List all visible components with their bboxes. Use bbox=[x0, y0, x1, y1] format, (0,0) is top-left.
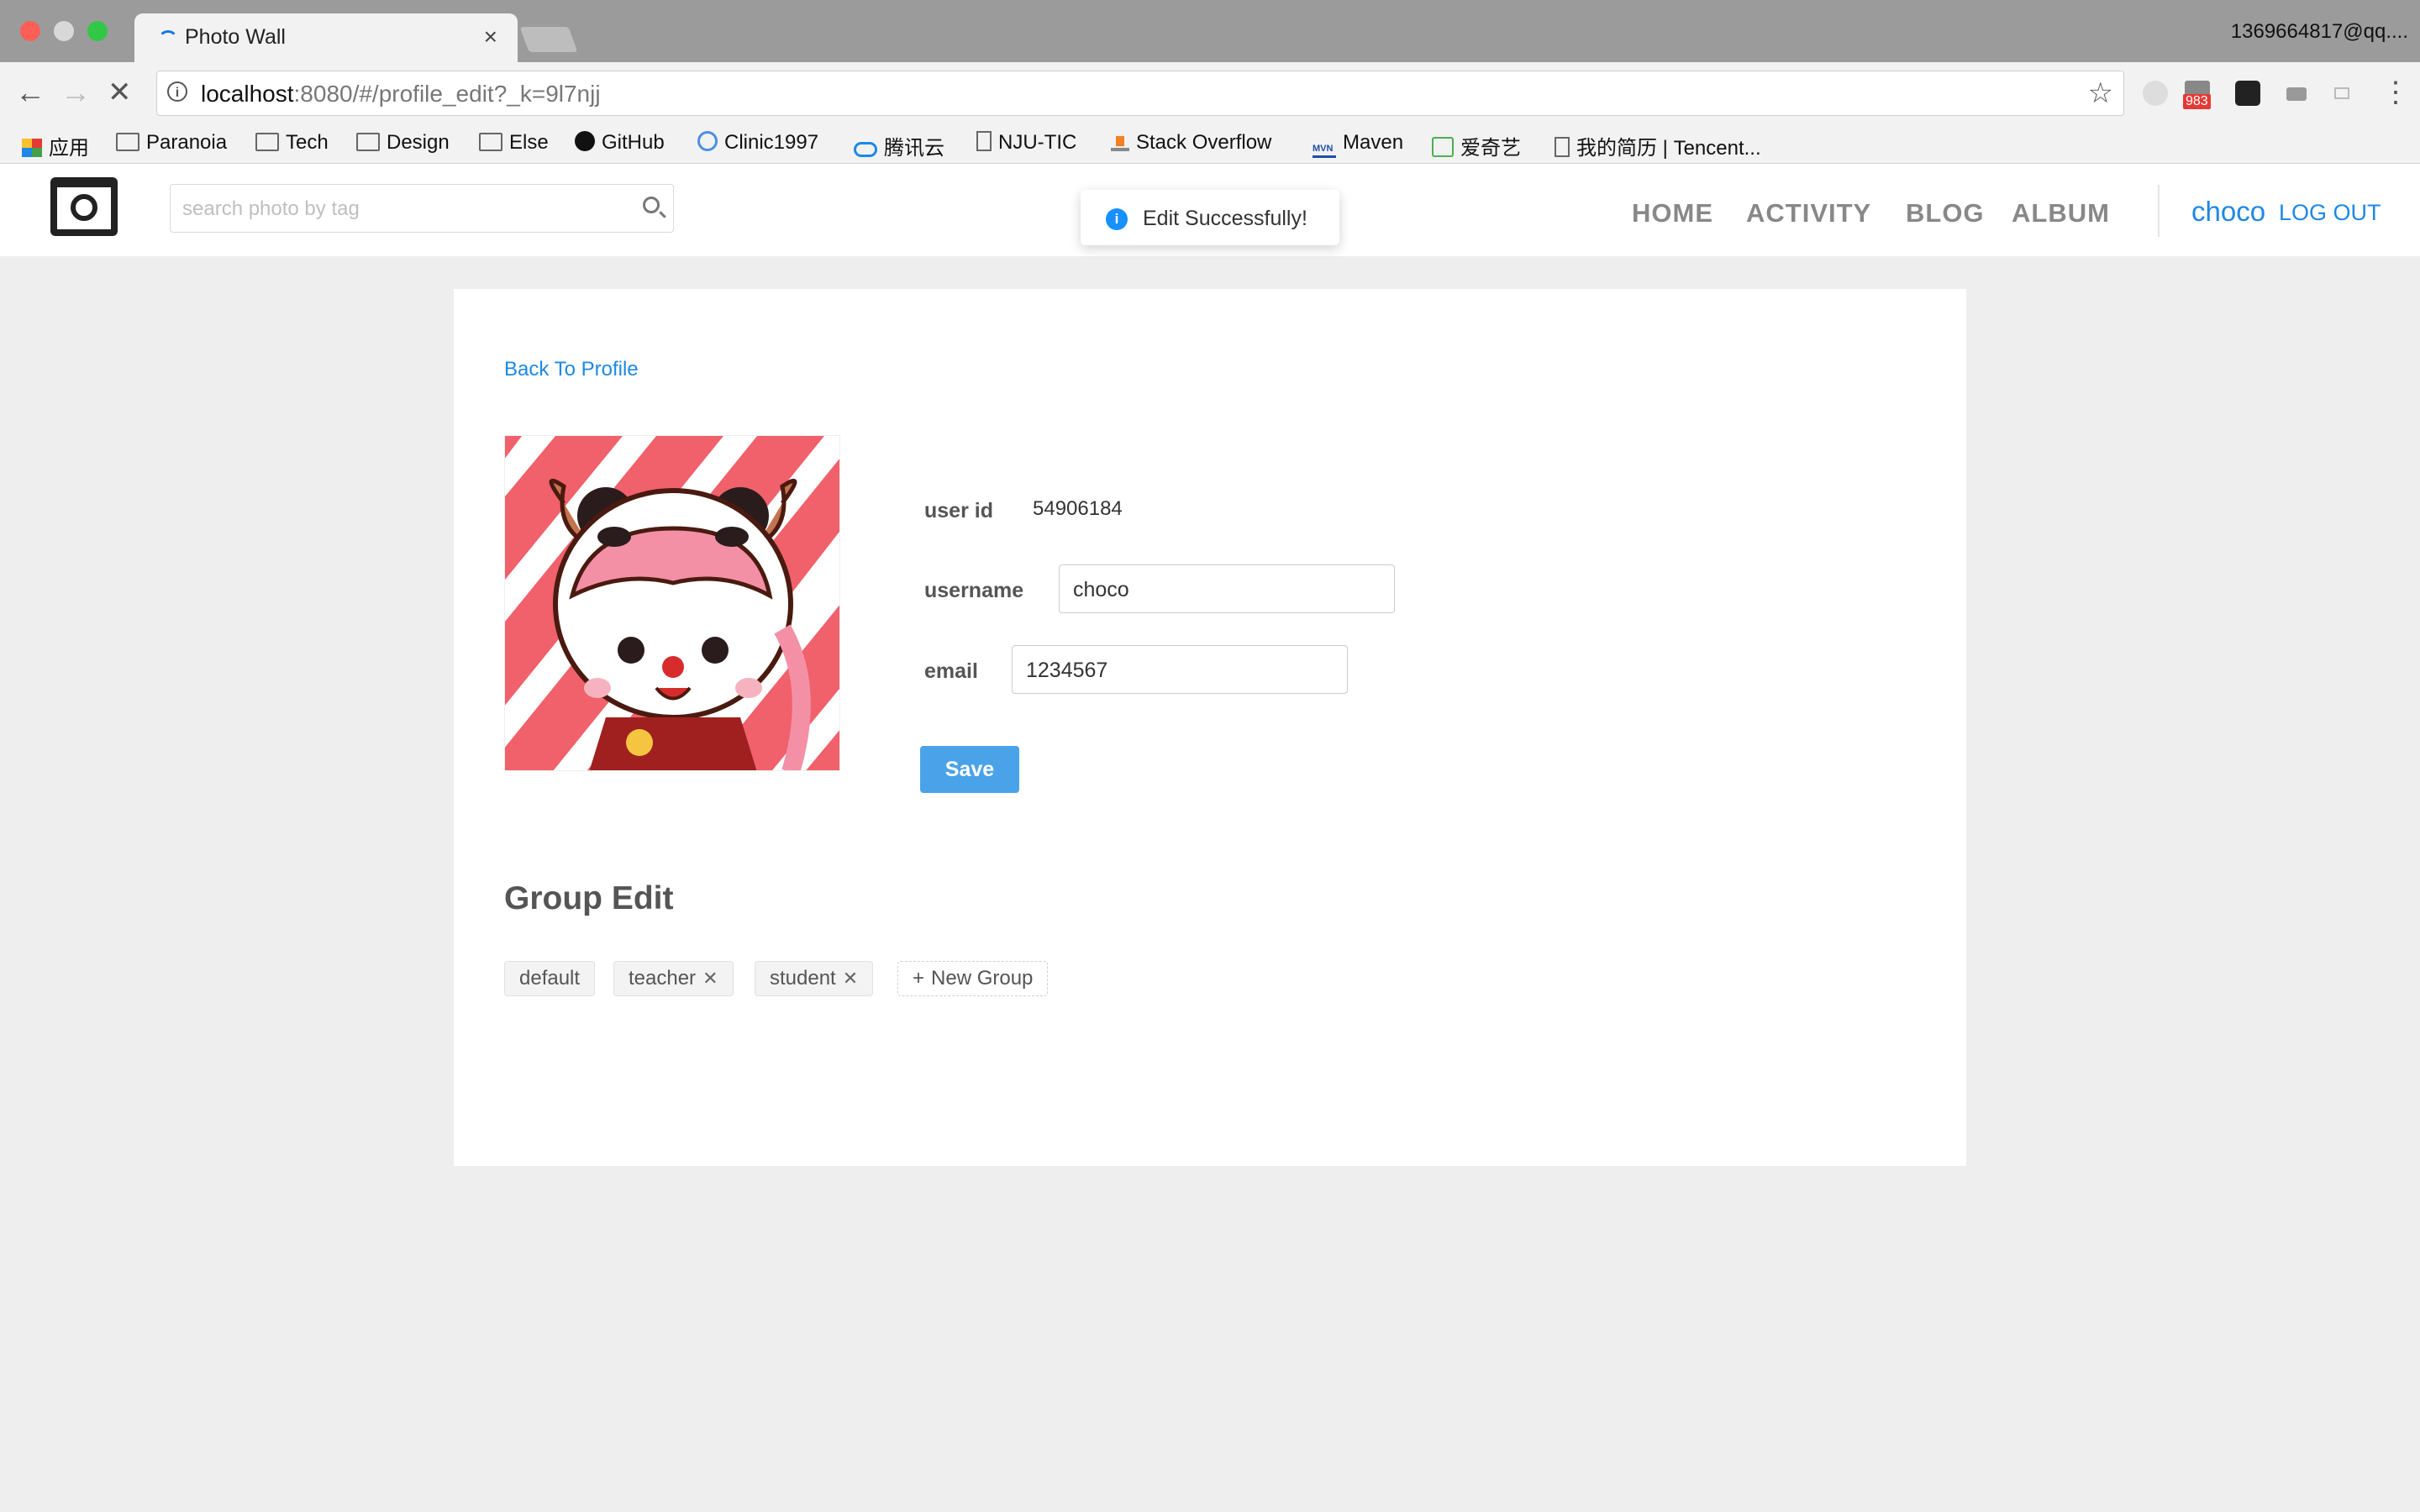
site-info-icon[interactable]: i bbox=[167, 81, 187, 102]
save-button[interactable]: Save bbox=[920, 746, 1019, 793]
info-icon: i bbox=[1106, 208, 1128, 230]
tab-title: Photo Wall bbox=[185, 25, 286, 49]
address-bar[interactable]: i localhost:8080/#/profile_edit?_k=9l7nj… bbox=[156, 71, 2124, 116]
avatar-illustration bbox=[505, 436, 839, 770]
bookmark-tencent-cloud[interactable]: 腾讯云 bbox=[854, 131, 944, 160]
maximize-window-button[interactable] bbox=[87, 21, 108, 41]
toast-message: Edit Successfully! bbox=[1143, 207, 1307, 230]
close-window-button[interactable] bbox=[20, 21, 40, 41]
group-tag-student[interactable]: student ✕ bbox=[755, 961, 874, 996]
browser-profile-email[interactable]: 1369664817@qq.... bbox=[2231, 20, 2408, 44]
bookmark-clinic1997[interactable]: Clinic1997 bbox=[697, 131, 818, 155]
bookmark-paranoia[interactable]: Paranoia bbox=[116, 131, 227, 155]
email-field-box bbox=[1012, 645, 1348, 694]
loading-spinner-icon bbox=[158, 30, 178, 50]
bookmark-design[interactable]: Design bbox=[356, 131, 450, 155]
extension-icon[interactable] bbox=[2143, 81, 2168, 106]
search-input[interactable] bbox=[181, 193, 621, 225]
close-icon[interactable]: ✕ bbox=[702, 968, 718, 989]
new-group-button[interactable]: + New Group bbox=[897, 961, 1049, 996]
new-tab-button[interactable] bbox=[519, 27, 578, 52]
mail-badge: 983 bbox=[2183, 94, 2211, 109]
logout-link[interactable]: LOG OUT bbox=[2279, 200, 2381, 226]
mail-extension-icon[interactable]: 983 bbox=[2183, 81, 2211, 109]
username-field-box bbox=[1059, 564, 1395, 613]
nav-activity[interactable]: ACTIVITY bbox=[1746, 198, 1871, 228]
user-id-label: user id bbox=[924, 499, 993, 522]
bookmark-nju-tic[interactable]: NJU-TIC bbox=[976, 131, 1076, 155]
folder-icon bbox=[255, 133, 279, 151]
username-field[interactable] bbox=[1071, 575, 1376, 604]
forward-arrow-icon[interactable]: → bbox=[60, 77, 91, 108]
iqiyi-icon bbox=[1432, 137, 1454, 157]
github-icon bbox=[575, 131, 595, 151]
minimize-window-button[interactable] bbox=[54, 21, 74, 41]
email-field[interactable] bbox=[1024, 656, 1329, 685]
tab-close-icon[interactable]: × bbox=[484, 24, 497, 50]
search-icon[interactable] bbox=[643, 197, 660, 213]
bookmarks-bar: 应用 Paranoia Tech Design Else GitHub Clin… bbox=[0, 124, 2420, 164]
menu-kebab-icon[interactable]: ⋮ bbox=[2381, 77, 2410, 108]
nav-blog[interactable]: BLOG bbox=[1906, 198, 1985, 228]
current-username[interactable]: choco bbox=[2191, 196, 2265, 228]
header-divider bbox=[2158, 185, 2160, 237]
nav-home[interactable]: HOME bbox=[1632, 198, 1713, 228]
group-tag-teacher[interactable]: teacher ✕ bbox=[613, 961, 734, 996]
url-text: localhost:8080/#/profile_edit?_k=9l7njj bbox=[201, 81, 601, 107]
profile-edit-card: Back To Profile user id 54906184 usernam… bbox=[454, 289, 1966, 1166]
bookmark-stack-overflow[interactable]: Stack Overflow bbox=[1111, 131, 1271, 155]
bookmark-github[interactable]: GitHub bbox=[575, 131, 665, 155]
folder-icon bbox=[116, 133, 139, 151]
search-box bbox=[170, 184, 674, 233]
back-to-profile-link[interactable]: Back To Profile bbox=[504, 358, 639, 381]
browser-toolbar: ← → ✕ i localhost:8080/#/profile_edit?_k… bbox=[0, 62, 2420, 124]
camera-logo-icon[interactable] bbox=[50, 177, 118, 236]
page-icon bbox=[1555, 137, 1570, 157]
close-icon[interactable]: ✕ bbox=[843, 968, 858, 989]
bookmark-maven[interactable]: MVN Maven bbox=[1313, 131, 1403, 158]
page-icon bbox=[976, 131, 992, 151]
username-label: username bbox=[924, 579, 1024, 602]
bookmark-star-icon[interactable]: ☆ bbox=[2088, 76, 2113, 110]
bookmark-apps[interactable]: 应用 bbox=[22, 131, 89, 160]
nav-album[interactable]: ALBUM bbox=[2012, 198, 2110, 228]
bookmark-else[interactable]: Else bbox=[479, 131, 549, 155]
user-id-value: 54906184 bbox=[1033, 497, 1123, 520]
group-edit-title: Group Edit bbox=[504, 880, 674, 916]
success-toast: i Edit Successfully! bbox=[1081, 190, 1339, 245]
back-arrow-icon[interactable]: ← bbox=[15, 77, 45, 108]
stop-loading-icon[interactable]: ✕ bbox=[108, 77, 132, 108]
email-label: email bbox=[924, 659, 978, 683]
folder-icon bbox=[479, 133, 502, 151]
avatar[interactable] bbox=[504, 435, 840, 771]
browser-titlebar: Photo Wall × 1369664817@qq.... bbox=[0, 0, 2420, 62]
browser-tab[interactable]: Photo Wall × bbox=[134, 13, 518, 62]
bookmark-tech[interactable]: Tech bbox=[255, 131, 329, 155]
bookmark-resume[interactable]: 我的简历 | Tencent... bbox=[1555, 131, 1761, 160]
apps-grid-icon bbox=[22, 139, 42, 157]
wifi-icon bbox=[697, 131, 718, 151]
ghostery-extension-icon[interactable] bbox=[2235, 81, 2260, 106]
camera-extension-icon[interactable] bbox=[2284, 81, 2309, 106]
group-tag-default[interactable]: default bbox=[504, 961, 596, 996]
folder-icon bbox=[356, 133, 380, 151]
maven-icon: MVN bbox=[1313, 143, 1336, 158]
stack-overflow-icon bbox=[1111, 133, 1129, 151]
sitemap-extension-icon[interactable] bbox=[2329, 81, 2354, 106]
cloud-icon bbox=[854, 142, 877, 157]
plus-icon: + bbox=[913, 967, 925, 990]
bookmark-iqiyi[interactable]: 爱奇艺 bbox=[1432, 131, 1521, 160]
